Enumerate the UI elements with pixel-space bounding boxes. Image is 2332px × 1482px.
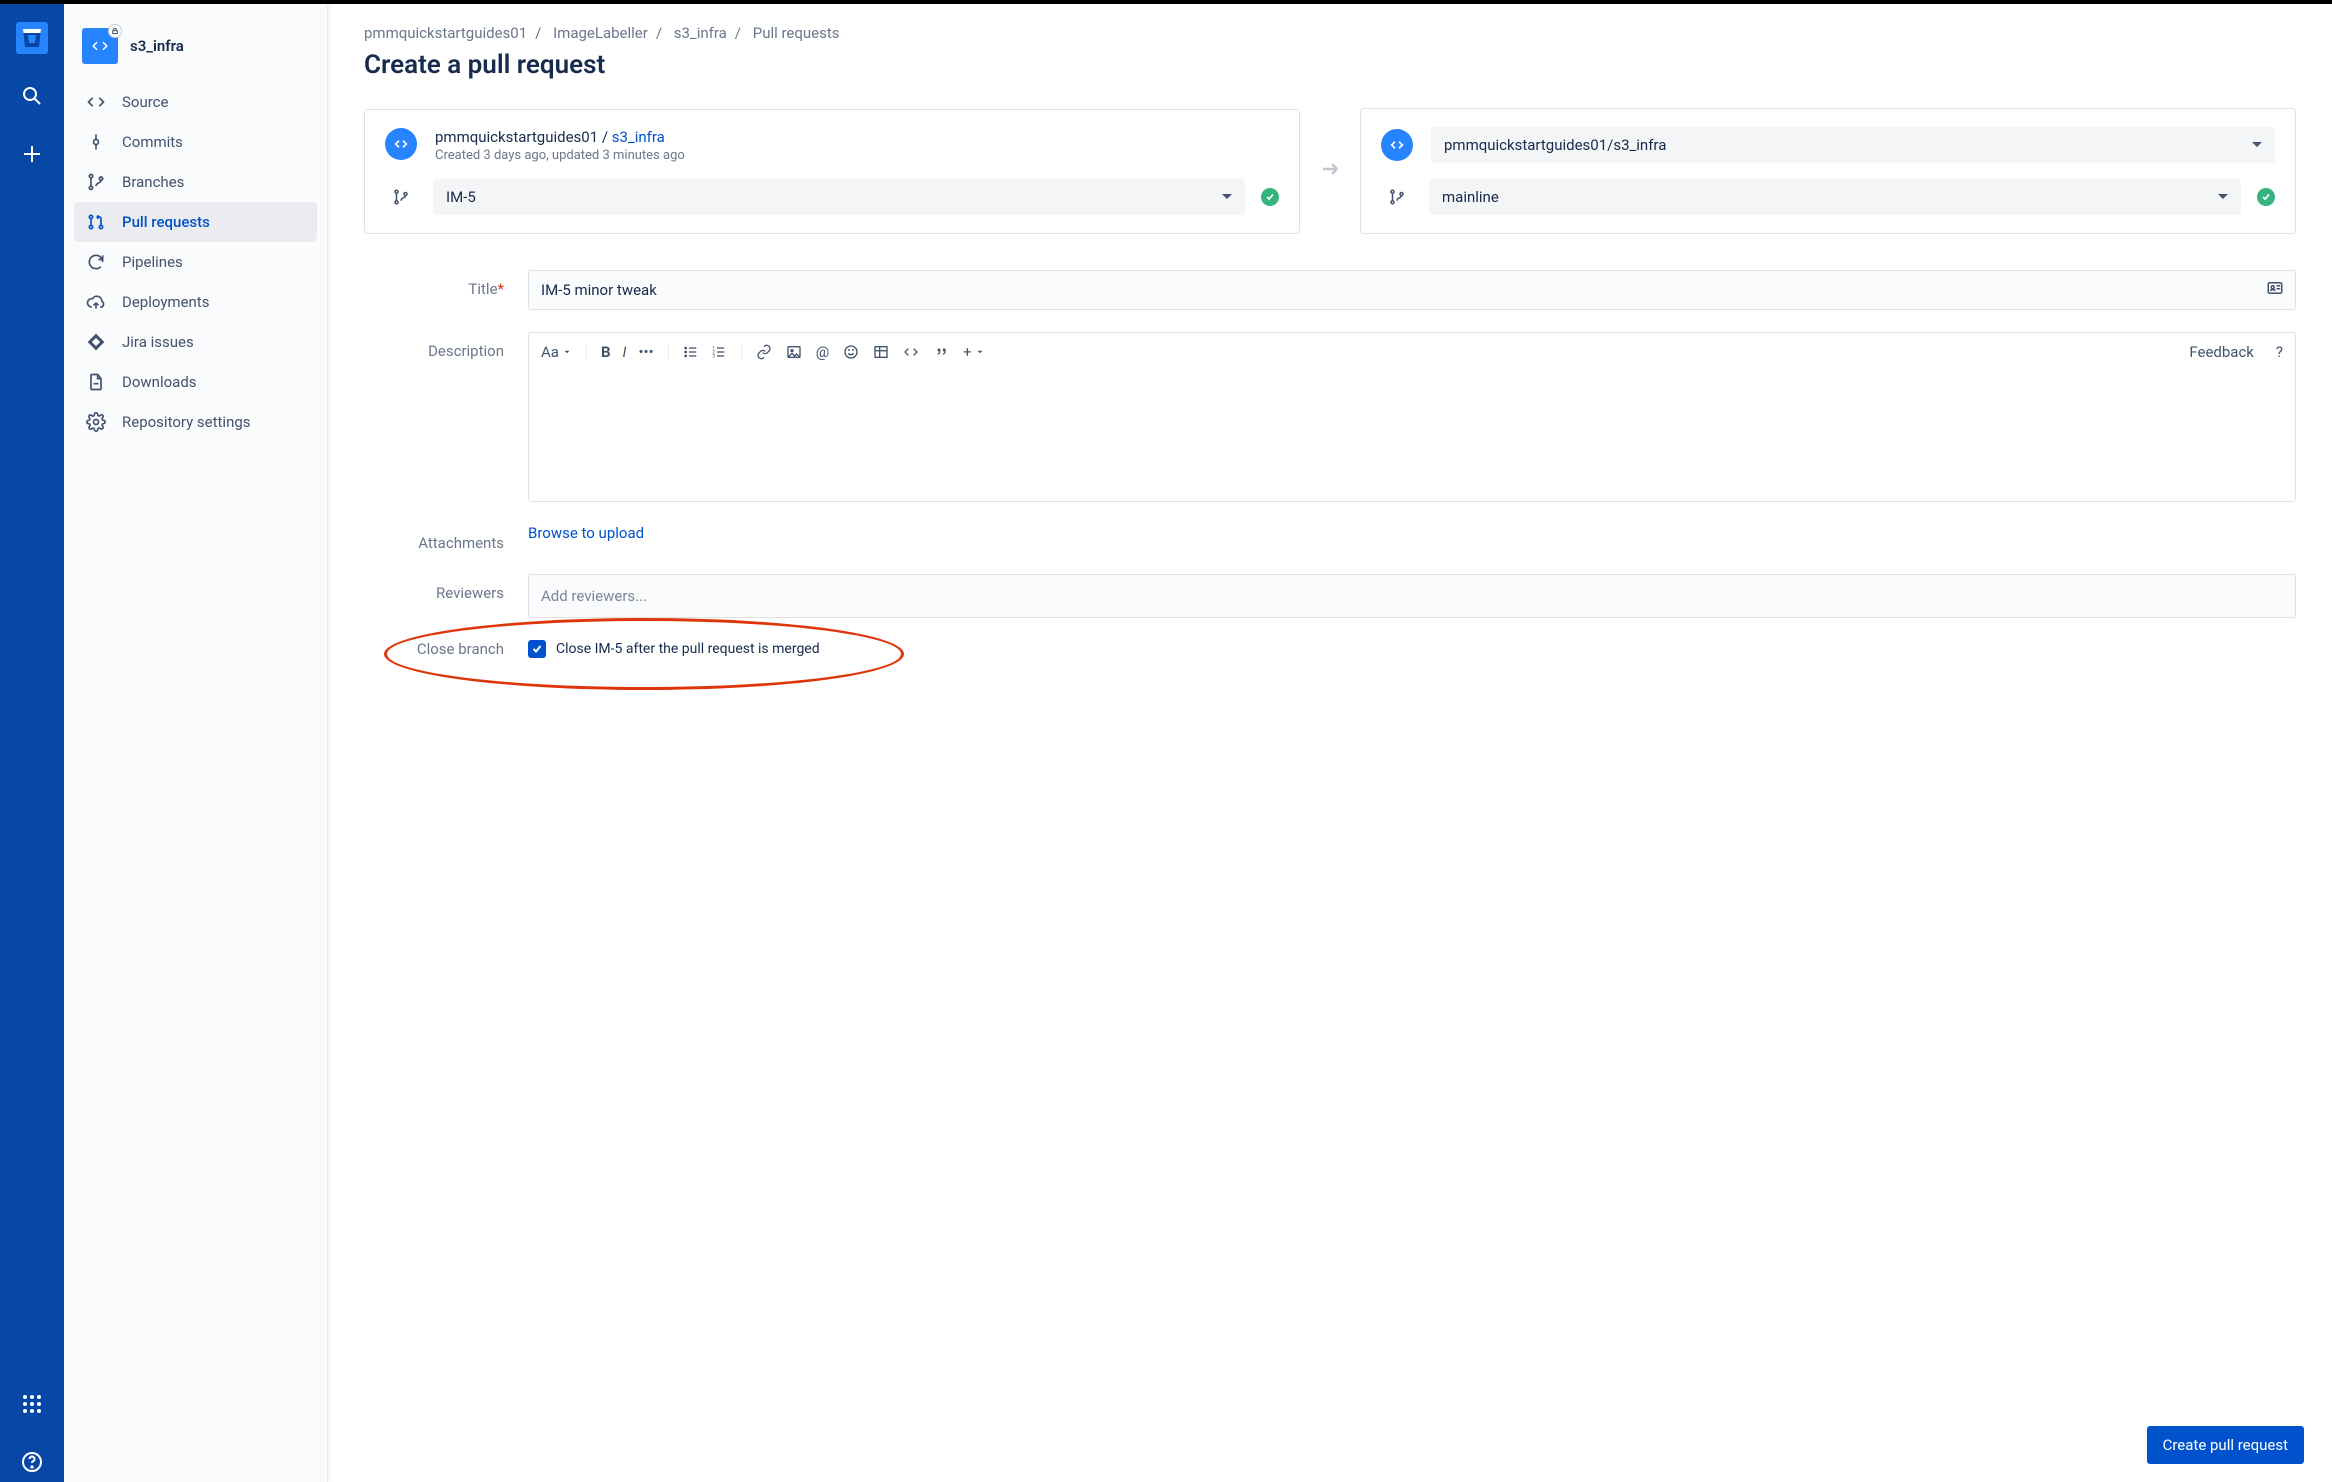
source-repo-link[interactable]: s3_infra	[612, 128, 665, 146]
description-label: Description	[364, 332, 504, 360]
attachments-label: Attachments	[364, 524, 504, 552]
mention-icon[interactable]: @	[816, 343, 829, 361]
arrow-right-icon	[1318, 157, 1342, 185]
branch-icon	[1381, 188, 1413, 206]
refresh-icon	[86, 252, 106, 272]
page-title: Create a pull request	[364, 50, 2296, 80]
nav-label: Pipelines	[122, 253, 183, 271]
sidebar-item-deployments[interactable]: Deployments	[74, 282, 317, 322]
editor-toolbar: Aa B I ••• 123	[529, 333, 2295, 371]
gear-icon	[86, 412, 106, 432]
pull-request-icon	[86, 212, 106, 232]
close-branch-checkbox[interactable]	[528, 640, 546, 658]
sidebar-item-pipelines[interactable]: Pipelines	[74, 242, 317, 282]
sidebar-item-downloads[interactable]: Downloads	[74, 362, 317, 402]
svg-text:3: 3	[712, 353, 715, 359]
crumb[interactable]: s3_infra	[674, 24, 727, 42]
crumb[interactable]: pmmquickstartguides01	[364, 24, 527, 42]
browse-upload-link[interactable]: Browse to upload	[528, 524, 644, 542]
nav-label: Commits	[122, 133, 183, 151]
code-block-icon[interactable]	[903, 344, 919, 360]
create-pr-button[interactable]: Create pull request	[2147, 1426, 2304, 1464]
nav-label: Jira issues	[122, 333, 194, 351]
create-icon[interactable]	[12, 134, 52, 174]
repo-header[interactable]: s3_infra	[74, 22, 317, 82]
cloud-up-icon	[86, 292, 106, 312]
contact-card-icon[interactable]	[2266, 279, 2284, 301]
quote-icon[interactable]	[933, 344, 949, 360]
table-icon[interactable]	[873, 344, 889, 360]
sidebar-item-commits[interactable]: Commits	[74, 122, 317, 162]
source-branch-select[interactable]: IM-5	[433, 179, 1245, 215]
bullet-list-icon[interactable]	[683, 344, 699, 360]
status-ok-icon	[2257, 188, 2275, 206]
sidebar-item-pull-requests[interactable]: Pull requests	[74, 202, 317, 242]
main-content: pmmquickstartguides01/ ImageLabeller/ s3…	[328, 4, 2332, 1482]
nav-label: Deployments	[122, 293, 209, 311]
nav-label: Pull requests	[122, 213, 210, 231]
breadcrumb: pmmquickstartguides01/ ImageLabeller/ s3…	[364, 24, 2296, 42]
italic-icon[interactable]: I	[623, 343, 627, 361]
commit-icon	[86, 132, 106, 152]
image-icon[interactable]	[786, 344, 802, 360]
branch-icon	[86, 172, 106, 192]
source-branch-card: pmmquickstartguides01 / s3_infra Created…	[364, 109, 1300, 234]
global-rail	[0, 4, 64, 1482]
repo-sidebar: s3_infra Source Commits Branches Pull re…	[64, 4, 328, 1482]
code-icon	[86, 92, 106, 112]
number-list-icon[interactable]: 123	[711, 344, 727, 360]
sidebar-item-branches[interactable]: Branches	[74, 162, 317, 202]
jira-icon	[86, 332, 106, 352]
search-icon[interactable]	[12, 76, 52, 116]
close-branch-text: Close IM-5 after the pull request is mer…	[556, 641, 820, 657]
feedback-link[interactable]: Feedback	[2189, 343, 2254, 361]
file-icon	[86, 372, 106, 392]
crumb[interactable]: ImageLabeller	[553, 24, 648, 42]
reviewers-input[interactable]: Add reviewers...	[528, 574, 2296, 618]
title-label: Title*	[364, 270, 504, 298]
editor-help-icon[interactable]: ?	[2276, 343, 2283, 361]
text-style-button[interactable]: Aa	[541, 343, 572, 361]
sidebar-item-settings[interactable]: Repository settings	[74, 402, 317, 442]
nav-label: Source	[122, 93, 168, 111]
nav-label: Repository settings	[122, 413, 251, 431]
description-editor[interactable]: Aa B I ••• 123	[528, 332, 2296, 502]
repo-name: s3_infra	[130, 37, 184, 55]
bitbucket-logo[interactable]	[12, 18, 52, 58]
bold-icon[interactable]: B	[601, 343, 611, 361]
source-repo-meta: Created 3 days ago, updated 3 minutes ag…	[435, 148, 685, 163]
code-badge-icon	[385, 128, 417, 160]
help-icon[interactable]	[12, 1442, 52, 1482]
source-repo-path: pmmquickstartguides01 / s3_infra	[435, 128, 685, 146]
repo-avatar-icon	[82, 28, 118, 64]
dest-repo-select[interactable]: pmmquickstartguides01/s3_infra	[1431, 127, 2275, 163]
nav-label: Downloads	[122, 373, 197, 391]
dest-branch-card: pmmquickstartguides01/s3_infra mainline	[1360, 108, 2296, 234]
status-ok-icon	[1261, 188, 1279, 206]
branch-icon	[385, 188, 417, 206]
sidebar-item-source[interactable]: Source	[74, 82, 317, 122]
dest-branch-select[interactable]: mainline	[1429, 179, 2241, 215]
code-badge-icon	[1381, 129, 1413, 161]
close-branch-label: Close branch	[364, 640, 504, 658]
lock-icon	[108, 24, 122, 38]
crumb[interactable]: Pull requests	[753, 24, 840, 42]
insert-more-icon[interactable]: +	[963, 343, 985, 361]
emoji-icon[interactable]	[843, 344, 859, 360]
nav-label: Branches	[122, 173, 184, 191]
sidebar-item-jira[interactable]: Jira issues	[74, 322, 317, 362]
apps-icon[interactable]	[12, 1384, 52, 1424]
title-input[interactable]	[528, 270, 2296, 310]
more-formatting-icon[interactable]: •••	[639, 343, 654, 361]
link-icon[interactable]	[756, 344, 772, 360]
reviewers-label: Reviewers	[364, 574, 504, 602]
